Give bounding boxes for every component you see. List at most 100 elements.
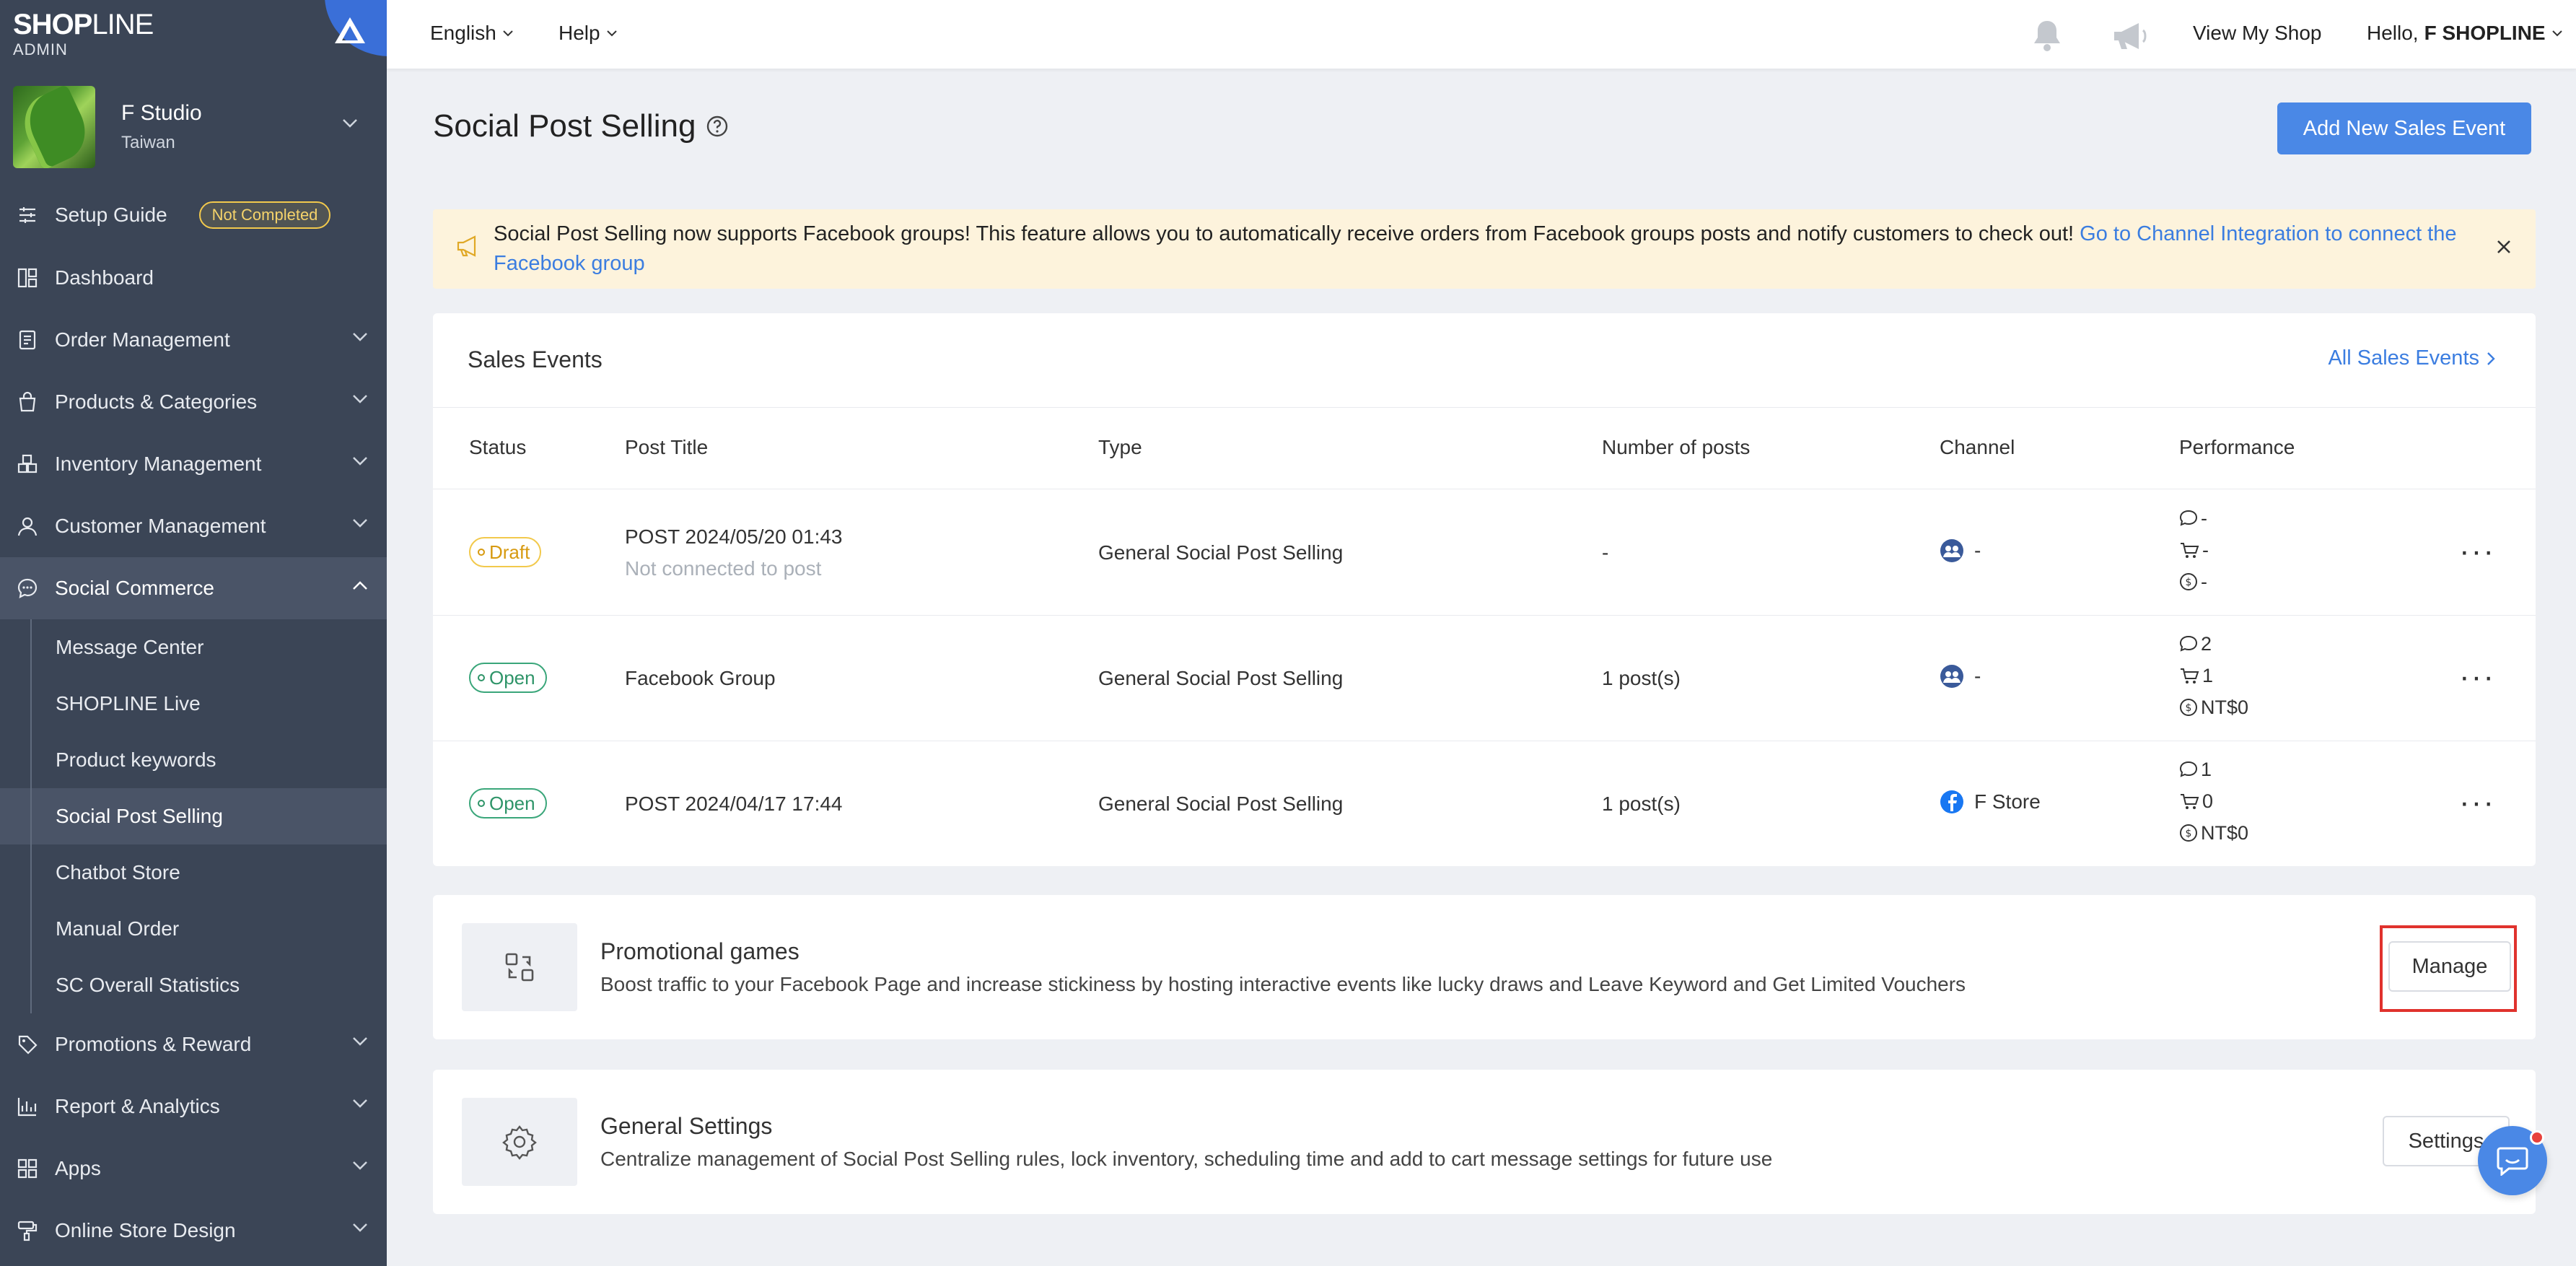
chevron-down-icon — [353, 333, 367, 341]
paint-brush-icon — [16, 1219, 39, 1242]
status-badge: Draft — [469, 537, 542, 567]
channel-name: - — [1974, 665, 1981, 687]
page-title-text: Social Post Selling — [433, 108, 696, 144]
channel-cell: F Store — [1940, 790, 2041, 814]
post-count: 1 post(s) — [1602, 793, 1681, 815]
view-my-shop-link[interactable]: View My Shop — [2193, 22, 2321, 45]
support-chat-button[interactable] — [2478, 1126, 2547, 1195]
shopline-logo[interactable]: SHOPLINE ADMIN — [13, 10, 154, 59]
more-actions-icon[interactable]: ··· — [2459, 661, 2495, 693]
sidebar-item-customers[interactable]: Customer Management — [0, 495, 387, 557]
add-new-sales-event-button[interactable]: Add New Sales Event — [2277, 102, 2531, 154]
sidebar-subitem-message-center[interactable]: Message Center — [0, 619, 387, 676]
sidebar-subitem-chatbot-store[interactable]: Chatbot Store — [0, 844, 387, 901]
sidebar-item-orders[interactable]: Order Management — [0, 309, 387, 371]
status-badge: Open — [469, 788, 547, 818]
mountain-icon — [335, 17, 365, 43]
sidebar-item-products[interactable]: Products & Categories — [0, 371, 387, 433]
sidebar-item-label: Promotions & Reward — [55, 1033, 252, 1055]
close-icon[interactable] — [2495, 238, 2513, 256]
channel-name: F Store — [1974, 790, 2041, 813]
sales-events-title: Sales Events — [468, 346, 603, 372]
help-circle-icon[interactable] — [706, 115, 729, 138]
megaphone-icon — [457, 235, 476, 257]
performance-cell: - - $ - — [2179, 502, 2209, 598]
dollar-circle-icon: $ — [2180, 824, 2197, 842]
post-type: General Social Post Selling — [1098, 541, 1344, 564]
sidebar-item-promotions[interactable]: Promotions & Reward — [0, 1013, 387, 1075]
chevron-down-icon — [353, 1099, 367, 1108]
channel-cell: - — [1940, 538, 1981, 563]
dollar-circle-icon: $ — [2180, 573, 2197, 590]
divider — [433, 615, 2536, 616]
order-icon — [16, 328, 39, 352]
facebook-groups-notice: Social Post Selling now supports Faceboo… — [433, 209, 2536, 289]
sidebar-item-reports[interactable]: Report & Analytics — [0, 1075, 387, 1138]
sidebar-subitem-sc-statistics[interactable]: SC Overall Statistics — [0, 957, 387, 1013]
sidebar-subitem-shopline-live[interactable]: SHOPLINE Live — [0, 676, 387, 732]
comment-icon — [2179, 510, 2198, 526]
sidebar-subitem-social-post-selling[interactable]: Social Post Selling — [0, 788, 387, 844]
post-title[interactable]: Facebook Group — [625, 667, 776, 690]
sidebar-item-label: Online Store Design — [55, 1219, 236, 1241]
sidebar-item-label: Order Management — [55, 328, 230, 351]
user-icon — [16, 515, 39, 538]
setup-status-badge: Not Completed — [198, 201, 331, 229]
highlight-box — [2380, 925, 2517, 1012]
column-header-performance: Performance — [2179, 436, 2295, 458]
sidebar-item-setup-guide[interactable]: Setup Guide Not Completed — [0, 183, 387, 247]
chat-bubble-icon — [16, 577, 39, 600]
user-menu[interactable]: Hello, F SHOPLINE — [2367, 22, 2563, 45]
sidebar-item-social-commerce[interactable]: Social Commerce — [0, 557, 387, 619]
swap-arrows-icon — [505, 953, 534, 982]
language-selector[interactable]: English — [430, 22, 514, 45]
post-subtitle: Not connected to post — [625, 557, 822, 580]
facebook-icon — [1940, 790, 1963, 813]
sidebar-subitem-manual-order[interactable]: Manual Order — [0, 901, 387, 957]
dollar-circle-icon: $ — [2180, 699, 2197, 716]
column-header-post-title: Post Title — [625, 436, 709, 458]
sidebar-subitem-product-keywords[interactable]: Product keywords — [0, 732, 387, 788]
column-header-type: Type — [1098, 436, 1142, 458]
top-bar: English Help View My Shop Hello, F SHOPL… — [387, 0, 2576, 69]
sidebar-item-store-design[interactable]: Online Store Design — [0, 1200, 387, 1262]
svg-text:$: $ — [2186, 577, 2192, 588]
sidebar-item-label: Dashboard — [55, 266, 154, 289]
unread-indicator — [2530, 1130, 2544, 1145]
post-count: - — [1602, 541, 1609, 564]
inventory-icon — [16, 453, 39, 476]
notification-bell-icon[interactable] — [2032, 19, 2062, 52]
chevron-down-icon — [503, 30, 513, 37]
sidebar-item-dashboard[interactable]: Dashboard — [0, 247, 387, 309]
more-actions-icon[interactable]: ··· — [2459, 536, 2495, 567]
help-menu[interactable]: Help — [558, 22, 618, 45]
performance-cell: 2 1 $ NT$0 — [2179, 628, 2248, 723]
sidebar-item-label: Social Commerce — [55, 577, 214, 599]
sidebar-item-label: Apps — [55, 1157, 101, 1179]
post-title[interactable]: POST 2024/04/17 17:44 — [625, 793, 843, 816]
svg-text:$: $ — [2186, 828, 2192, 839]
sidebar-item-apps[interactable]: Apps — [0, 1138, 387, 1200]
more-actions-icon[interactable]: ··· — [2459, 787, 2495, 818]
page-title: Social Post Selling — [433, 108, 729, 144]
sidebar-item-label: Inventory Management — [55, 453, 262, 475]
sidebar-item-inventory[interactable]: Inventory Management — [0, 433, 387, 495]
all-sales-events-link[interactable]: All Sales Events — [2328, 346, 2495, 370]
post-count: 1 post(s) — [1602, 667, 1681, 689]
dashboard-icon — [16, 266, 39, 289]
post-type: General Social Post Selling — [1098, 667, 1344, 689]
comment-icon — [2179, 761, 2198, 777]
promotional-games-description: Boost traffic to your Facebook Page and … — [600, 973, 1966, 995]
cart-icon — [2181, 794, 2199, 809]
setup-guide-icon — [16, 204, 39, 227]
store-switcher[interactable]: F Studio Taiwan — [13, 85, 374, 169]
cart-icon — [2181, 543, 2199, 558]
shopping-bag-icon — [16, 390, 39, 414]
svg-text:$: $ — [2186, 702, 2192, 714]
general-settings-icon-box — [462, 1098, 577, 1186]
help-label: Help — [558, 22, 600, 44]
promotional-games-title: Promotional games — [600, 938, 799, 964]
chevron-down-icon — [353, 1161, 367, 1170]
post-title[interactable]: POST 2024/05/20 01:43 — [625, 525, 843, 549]
announcement-megaphone-icon[interactable] — [2111, 20, 2149, 52]
